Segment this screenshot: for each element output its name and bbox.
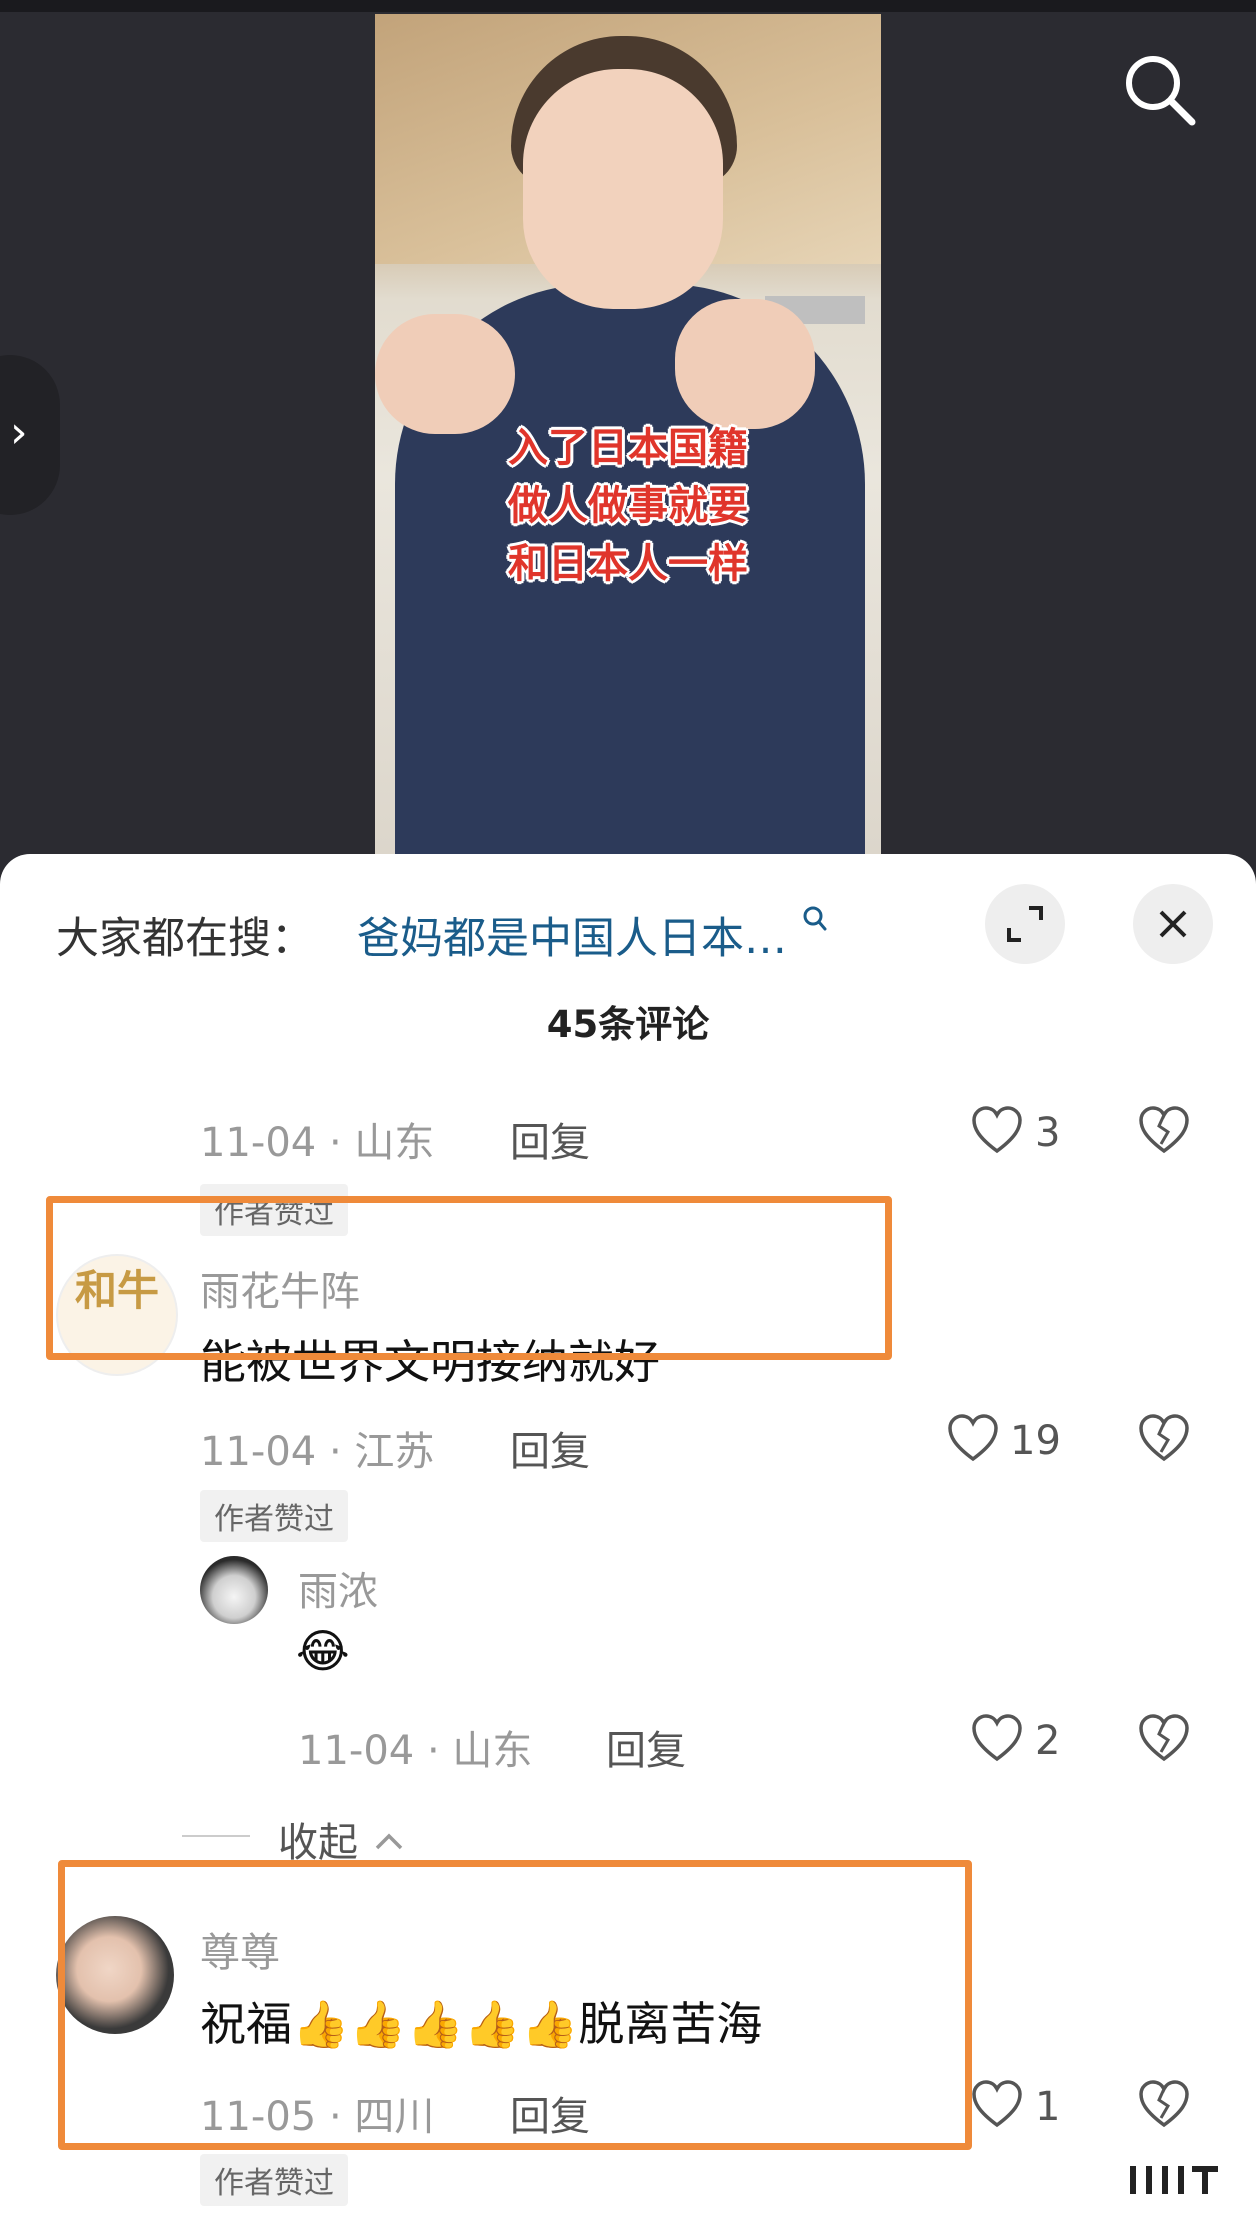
like-button[interactable] xyxy=(970,2078,1024,2136)
like-count: 1 xyxy=(1035,2084,1061,2130)
expand-button[interactable] xyxy=(985,884,1065,964)
comment-username[interactable]: 雨浓 xyxy=(298,1559,378,1617)
author-liked-badge: 作者赞过 xyxy=(200,1490,348,1542)
chevron-up-icon xyxy=(375,1833,402,1850)
search-small-icon xyxy=(803,906,827,931)
author-liked-badge: 作者赞过 xyxy=(200,2154,348,2206)
video-person-face xyxy=(523,69,723,309)
like-button[interactable] xyxy=(946,1412,1000,1470)
dislike-button[interactable] xyxy=(1137,1412,1191,1470)
dislike-button[interactable] xyxy=(1137,2078,1191,2136)
heart-icon xyxy=(948,1414,998,1462)
broken-heart-icon xyxy=(1139,1714,1189,1762)
video-person-left-hand xyxy=(375,314,515,434)
heart-icon xyxy=(972,1714,1022,1762)
video-caption-line: 和日本人一样 xyxy=(508,541,748,587)
watermark-logo xyxy=(1126,2160,1226,2200)
search-icon xyxy=(1126,56,1196,126)
side-drawer-handle[interactable]: › xyxy=(0,355,60,515)
comment-count: 45条评论 xyxy=(546,1003,710,1046)
video-caption: 入了日本国籍 做人做事就要 和日本人一样 xyxy=(375,419,881,593)
chevron-right-icon: › xyxy=(10,407,28,458)
video-caption-line: 入了日本国籍 xyxy=(508,425,748,471)
broken-heart-icon xyxy=(1139,1414,1189,1462)
heart-icon xyxy=(972,1106,1022,1154)
highlight-box xyxy=(58,1860,972,2150)
dislike-button[interactable] xyxy=(1137,1104,1191,1162)
dislike-button[interactable] xyxy=(1137,1712,1191,1770)
comment-meta: 11-04 · 山东 xyxy=(298,1728,533,1774)
video-caption-line: 做人做事就要 xyxy=(508,483,748,529)
video-player[interactable]: 入了日本国籍 做人做事就要 和日本人一样 xyxy=(375,14,881,854)
expand-icon xyxy=(1007,906,1043,942)
reply-button[interactable]: 回复 xyxy=(510,1419,590,1477)
search-hint-link[interactable]: 爸妈都是中国人日本… xyxy=(357,904,829,966)
broken-heart-icon xyxy=(1139,1106,1189,1154)
reply-button[interactable]: 回复 xyxy=(606,1718,686,1776)
like-button[interactable] xyxy=(970,1712,1024,1770)
comment-meta: 11-04 · 山东 xyxy=(200,1120,435,1166)
heart-icon xyxy=(972,2080,1022,2128)
broken-heart-icon xyxy=(1139,2080,1189,2128)
comment-emoji: 😂 xyxy=(296,1624,350,1678)
like-count: 2 xyxy=(1035,1718,1061,1764)
search-hint-text: 爸妈都是中国人日本… xyxy=(357,914,787,964)
status-bar xyxy=(0,0,1256,12)
comments-panel: 大家都在搜： 爸妈都是中国人日本… 45条评论 11-04 · 山东 回复 3 xyxy=(0,854,1256,2222)
close-icon xyxy=(1159,910,1187,938)
like-count: 3 xyxy=(1035,1110,1061,1156)
like-button[interactable] xyxy=(970,1104,1024,1162)
comment-meta: 11-04 · 江苏 xyxy=(200,1429,435,1475)
reply-button[interactable]: 回复 xyxy=(510,1110,590,1168)
video-person-right-hand xyxy=(675,299,815,429)
collapse-divider xyxy=(182,1835,250,1837)
search-button[interactable] xyxy=(1120,50,1200,130)
highlight-box xyxy=(46,1196,892,1360)
like-count: 19 xyxy=(1010,1418,1061,1464)
close-button[interactable] xyxy=(1133,884,1213,964)
avatar[interactable] xyxy=(200,1556,268,1624)
search-hint-label: 大家都在搜： xyxy=(56,914,314,964)
